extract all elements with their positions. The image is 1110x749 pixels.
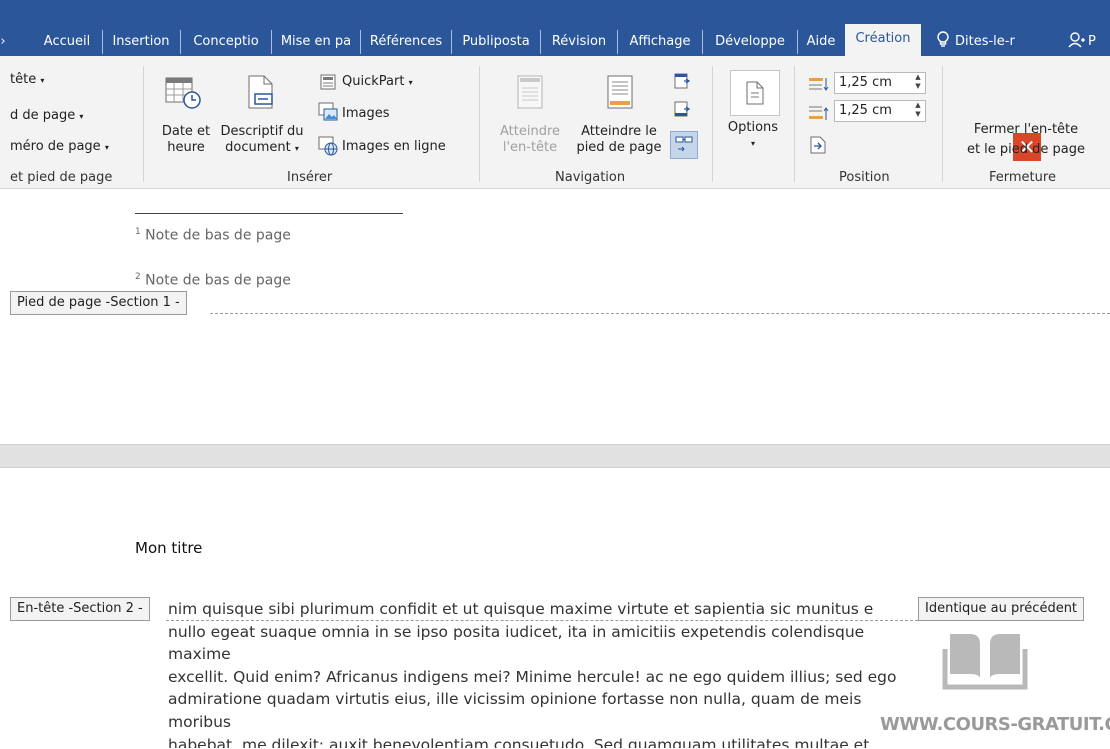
atteindre-pied-de-page-button[interactable]: Atteindre le pied de page (570, 124, 668, 156)
group-label-navigation: Navigation (555, 170, 626, 185)
tab-developpeur[interactable]: Développe (704, 30, 796, 54)
watermark-logo: WWW.COURS-GRATUIT.COM (880, 619, 1110, 749)
header-position-icon (808, 76, 830, 98)
group-label-header-footer: et pied de page (10, 170, 113, 185)
tab-affichage[interactable]: Affichage (619, 30, 701, 54)
tab-revision[interactable]: Révision (542, 30, 616, 54)
tab-insertion[interactable]: Insertion (104, 30, 178, 54)
group-label-position: Position (839, 170, 890, 185)
calendar-clock-icon (164, 76, 204, 114)
ribbon-tab-bar: › Accueil Insertion Conceptio Mise en pa… (0, 0, 1110, 56)
tab-separator (702, 30, 703, 54)
tab-references[interactable]: Références (362, 30, 450, 54)
group-separator (143, 66, 144, 182)
previous-section-icon[interactable] (673, 72, 691, 94)
group-label-fermeture: Fermeture (989, 170, 1056, 185)
tab-separator (540, 30, 541, 54)
header-position-spinner[interactable]: 1,25 cm ▲ ▼ (834, 72, 926, 94)
footnote-2[interactable]: 2 Note de bas de page (135, 272, 291, 289)
document-properties-icon (246, 74, 276, 114)
tab-separator (271, 30, 272, 54)
goto-header-icon (516, 74, 544, 114)
group-separator (479, 66, 480, 182)
tab-separator (797, 30, 798, 54)
book-icon (942, 634, 1028, 690)
online-images-icon (318, 136, 338, 160)
tab-creation[interactable]: Création (845, 24, 921, 56)
tab-separator (360, 30, 361, 54)
header-title-text[interactable]: Mon titre (135, 539, 202, 557)
quickpart-dropdown[interactable]: QuickPart ▾ (342, 74, 413, 91)
watermark-text: WWW.COURS-GRATUIT.COM (880, 714, 1110, 735)
header-section-2-tag: En-tête -Section 2 - (10, 597, 150, 621)
share-label[interactable]: P (1088, 30, 1104, 54)
descriptif-document-button[interactable]: Descriptif du document ▾ (214, 124, 310, 157)
tab-conception[interactable]: Conceptio (182, 30, 270, 54)
tab-separator (617, 30, 618, 54)
group-label-inserer: Insérer (287, 170, 333, 185)
group-separator (794, 66, 795, 182)
insert-alignment-tab-icon[interactable] (810, 136, 826, 158)
footer-boundary-line (210, 313, 1110, 314)
group-separator (712, 66, 713, 182)
quickpart-icon (320, 74, 336, 94)
lightbulb-icon[interactable] (936, 31, 950, 53)
images-button[interactable]: Images (342, 106, 390, 122)
tab-overflow-chevron[interactable]: › (0, 30, 6, 54)
link-to-previous-icon[interactable] (670, 131, 698, 159)
same-as-previous-tag: Identique au précédent (918, 597, 1085, 621)
ribbon-panel: tête ▾ d de page ▾ méro de page ▾ et pie… (0, 56, 1110, 189)
tell-me-search[interactable]: Dites-le-r (955, 30, 1035, 54)
goto-footer-icon (606, 74, 634, 114)
options-icon (730, 70, 780, 116)
options-dropdown[interactable]: Options ▾ (720, 120, 786, 152)
document-canvas[interactable]: 1 Note de bas de page 2 Note de bas de p… (0, 189, 1110, 749)
fermer-entete-pied-button[interactable]: Fermer l'en-tête et le pied de page (944, 120, 1108, 160)
pied-de-page-dropdown[interactable]: d de page ▾ (10, 108, 83, 125)
group-separator (942, 66, 943, 182)
tab-publipostage[interactable]: Publiposta (453, 30, 539, 54)
footer-position-spinner[interactable]: 1,25 cm ▲ ▼ (834, 100, 926, 122)
footnote-1[interactable]: 1 Note de bas de page (135, 227, 291, 244)
date-heure-button[interactable]: Date et heure (156, 124, 216, 156)
images-en-ligne-button[interactable]: Images en ligne (342, 139, 446, 155)
tab-separator (102, 30, 103, 54)
footer-section-1-tag: Pied de page -Section 1 - (10, 291, 187, 315)
tab-mise-en-page[interactable]: Mise en pa (273, 30, 359, 54)
images-icon (318, 102, 338, 126)
numero-de-page-dropdown[interactable]: méro de page ▾ (10, 139, 109, 156)
tab-accueil[interactable]: Accueil (34, 30, 100, 54)
tab-aide[interactable]: Aide (799, 30, 843, 54)
entete-dropdown[interactable]: tête ▾ (10, 72, 44, 89)
body-paragraph[interactable]: nim quisque sibi plurimum confidit et ut… (168, 598, 918, 748)
atteindre-entete-button[interactable]: Atteindre l'en-tête (494, 124, 566, 156)
page-gap (0, 444, 1110, 468)
tab-separator (180, 30, 181, 54)
footer-position-icon (808, 104, 830, 126)
footnote-separator (135, 213, 403, 214)
next-section-icon[interactable] (673, 100, 691, 122)
share-person-icon[interactable] (1068, 31, 1086, 53)
tab-separator (451, 30, 452, 54)
